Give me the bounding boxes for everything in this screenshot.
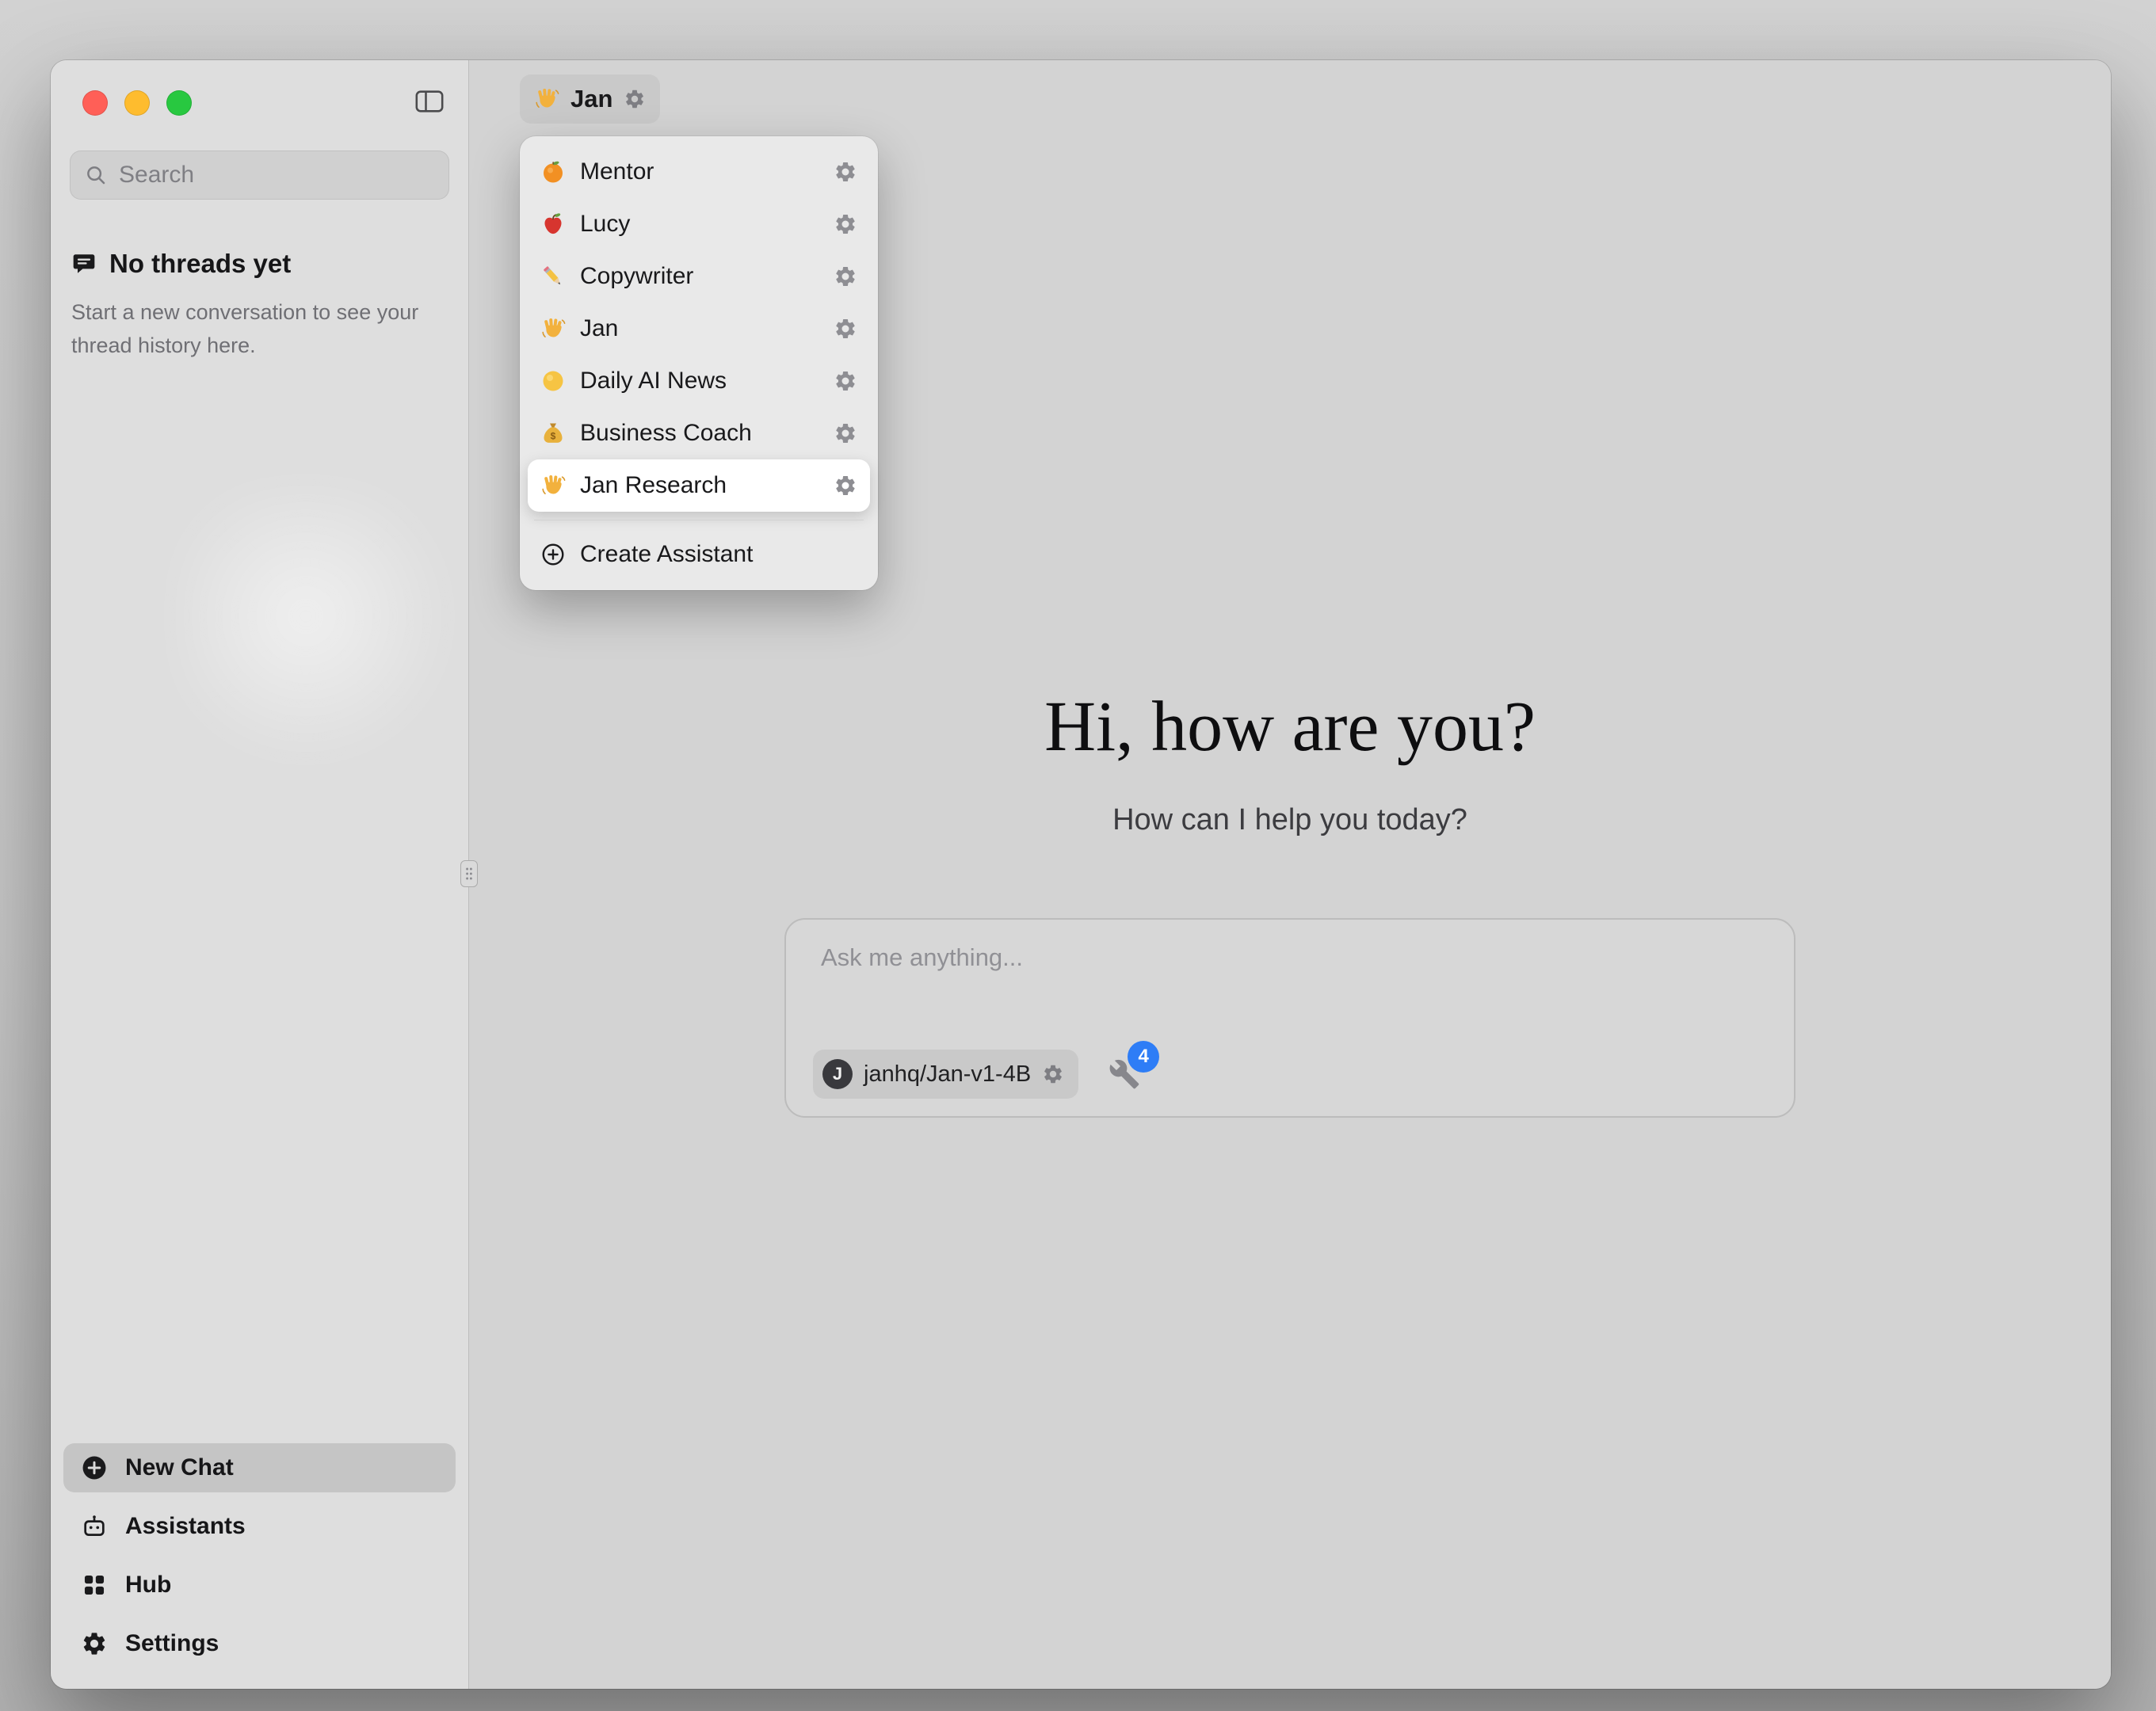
apple-icon (540, 211, 566, 237)
sidebar-item-settings[interactable]: Settings (63, 1619, 456, 1668)
drag-dots-icon (464, 866, 474, 882)
zoom-button[interactable] (166, 90, 192, 116)
composer-toolbar: J janhq/Jan-v1-4B 4 (813, 1050, 1140, 1099)
assistant-selector-label: Jan (570, 85, 612, 113)
assistant-menu-item-label: Jan Research (580, 472, 727, 499)
sidebar-item-label: New Chat (125, 1454, 234, 1481)
sidebar-item-label: Hub (125, 1572, 171, 1599)
search-icon (84, 163, 108, 187)
assistant-menu-item-business-coach[interactable]: $ Business Coach (528, 407, 870, 459)
composer: J janhq/Jan-v1-4B 4 (784, 918, 1795, 1118)
wave-icon (540, 473, 566, 498)
gear-icon[interactable] (834, 369, 857, 393)
gear-icon[interactable] (834, 160, 857, 184)
pencil-icon (540, 264, 566, 289)
assistant-menu-item-label: Lucy (580, 211, 630, 238)
assistant-menu-item-jan[interactable]: Jan (528, 303, 870, 355)
sidebar-item-label: Assistants (125, 1513, 246, 1540)
model-selector[interactable]: J janhq/Jan-v1-4B (813, 1050, 1078, 1099)
gear-icon[interactable] (834, 212, 857, 236)
gear-icon[interactable] (834, 265, 857, 288)
assistant-menu: Mentor Lucy Copywriter Jan Daily AI News (520, 136, 878, 590)
sidebar-toggle-icon[interactable] (413, 87, 446, 116)
titlebar (51, 60, 468, 139)
sidebar-bottom-nav: New Chat Assistants Hub Settings (51, 1443, 468, 1689)
gear-icon[interactable] (834, 317, 857, 341)
assistant-menu-item-mentor[interactable]: Mentor (528, 146, 870, 198)
sidebar-item-label: Settings (125, 1630, 219, 1657)
model-name: janhq/Jan-v1-4B (864, 1061, 1031, 1088)
create-assistant-label: Create Assistant (580, 541, 753, 568)
svg-text:$: $ (551, 431, 556, 442)
assistant-menu-item-label: Daily AI News (580, 368, 727, 394)
gear-icon (624, 88, 646, 110)
assistant-menu-item-copywriter[interactable]: Copywriter (528, 250, 870, 303)
window-controls (82, 90, 192, 116)
gear-icon[interactable] (834, 421, 857, 445)
greeting-title: Hi, how are you? (469, 686, 2111, 768)
greeting-subtitle: How can I help you today? (469, 803, 2111, 837)
assistant-menu-item-label: Jan (580, 315, 618, 342)
assistant-menu-item-label: Copywriter (580, 263, 693, 290)
assistant-menu-item-daily-ai-news[interactable]: Daily AI News (528, 355, 870, 407)
tools-count-badge: 4 (1128, 1041, 1159, 1073)
create-assistant-button[interactable]: Create Assistant (528, 528, 870, 581)
sidebar-item-assistants[interactable]: Assistants (63, 1502, 456, 1551)
yellow-circle-icon (540, 368, 566, 394)
close-button[interactable] (82, 90, 108, 116)
sidebar-glow-decoration (177, 488, 463, 773)
hub-icon (81, 1572, 108, 1599)
model-avatar: J (822, 1059, 853, 1089)
plus-circle-icon (81, 1454, 108, 1481)
sidebar-item-new-chat[interactable]: New Chat (63, 1443, 456, 1492)
assistant-selector[interactable]: Jan (520, 74, 660, 124)
orange-icon (540, 159, 566, 185)
tools-button[interactable]: 4 (1109, 1058, 1140, 1090)
gear-icon[interactable] (834, 474, 857, 497)
assistant-menu-item-jan-research[interactable]: Jan Research (528, 459, 870, 512)
wave-icon (534, 86, 559, 112)
message-input[interactable] (821, 943, 1759, 1012)
minimize-button[interactable] (124, 90, 150, 116)
assistant-menu-item-label: Business Coach (580, 420, 752, 447)
threads-icon (71, 251, 97, 276)
search-field (70, 151, 449, 200)
moneybag-icon: $ (540, 421, 566, 446)
assistant-menu-item-lucy[interactable]: Lucy (528, 198, 870, 250)
empty-state-description: Start a new conversation to see your thr… (71, 296, 420, 363)
main-area: Jan Mentor Lucy Copywriter Jan (469, 60, 2111, 1689)
assistant-menu-item-label: Mentor (580, 158, 654, 185)
sidebar: No threads yet Start a new conversation … (51, 60, 469, 1689)
app-window: No threads yet Start a new conversation … (51, 60, 2111, 1689)
plus-circle-outline-icon (540, 542, 566, 567)
wave-icon (540, 316, 566, 341)
gear-icon (1042, 1063, 1064, 1085)
empty-state-title: No threads yet (109, 249, 291, 279)
assistants-icon (81, 1513, 108, 1540)
sidebar-item-hub[interactable]: Hub (63, 1560, 456, 1610)
gear-icon (81, 1630, 108, 1657)
sidebar-resize-handle[interactable] (460, 860, 478, 887)
empty-state: No threads yet Start a new conversation … (71, 249, 448, 363)
search-input[interactable] (119, 162, 435, 189)
